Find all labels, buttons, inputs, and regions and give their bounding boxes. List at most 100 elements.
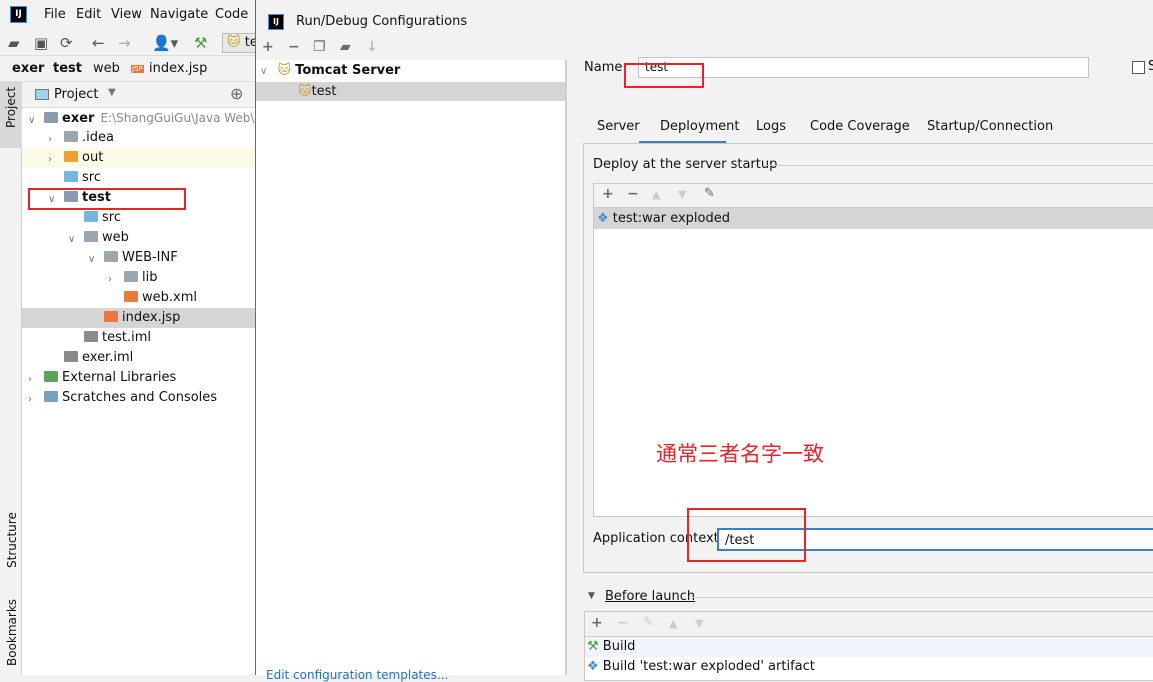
tree-item-label: web: [102, 230, 129, 245]
before-launch-item-artifact[interactable]: ❖ Build 'test:war exploded' artifact: [585, 657, 1153, 677]
tomcat-icon: 🐱: [227, 35, 241, 50]
tree-item[interactable]: › out: [22, 148, 255, 168]
jsp-file-icon: JSP: [131, 65, 144, 73]
tree-item[interactable]: test.iml: [22, 328, 255, 348]
tree-item[interactable]: index.jsp: [22, 308, 255, 328]
open-icon[interactable]: ▰: [8, 34, 20, 52]
tab-startup-connection[interactable]: Startup/Connection: [927, 119, 1053, 134]
web-folder-icon: [84, 231, 98, 242]
tree-item-label: web.xml: [142, 290, 197, 305]
tree-item-path: E:\ShangGuiGu\Java Web\E: [100, 111, 263, 125]
back-icon[interactable]: ←: [92, 34, 105, 52]
forward-icon[interactable]: →: [118, 34, 131, 52]
build-hammer-icon[interactable]: ⚒: [194, 34, 207, 52]
tab-server[interactable]: Server: [597, 119, 640, 134]
breadcrumb-web[interactable]: web: [93, 61, 120, 76]
save-icon[interactable]: ▣: [34, 34, 48, 52]
breadcrumb-index-jsp[interactable]: index.jsp: [149, 61, 207, 76]
source-folder-icon: [84, 211, 98, 222]
tab-logs[interactable]: Logs: [756, 119, 786, 134]
copy-icon[interactable]: ❐: [313, 39, 326, 55]
move-down-icon[interactable]: ▼: [678, 188, 686, 201]
remove-icon[interactable]: −: [627, 186, 639, 202]
main-toolbar: ▰ ▣ ⟳ ← → 👤▾ ⚒ 🐱 te: [0, 30, 262, 56]
chevron-down-icon[interactable]: ∨: [68, 230, 80, 245]
chevron-right-icon[interactable]: ›: [28, 370, 40, 385]
locate-icon[interactable]: ⊕: [230, 84, 243, 103]
add-icon[interactable]: +: [591, 615, 603, 631]
excluded-folder-icon: [64, 151, 78, 162]
name-input[interactable]: test: [638, 57, 1089, 78]
menu-navigate[interactable]: Navigate: [150, 7, 208, 22]
chevron-right-icon[interactable]: ›: [48, 130, 60, 145]
tree-item-label: .idea: [82, 130, 114, 145]
tree-item[interactable]: src: [22, 168, 255, 188]
spacer[interactable]: [68, 330, 80, 342]
sort-icon[interactable]: ↓: [366, 39, 378, 55]
chevron-down-icon[interactable]: ▼: [108, 87, 116, 98]
menu-view[interactable]: View: [111, 7, 142, 22]
sync-icon[interactable]: ⟳: [60, 34, 73, 52]
edit-pencil-icon[interactable]: ✎: [704, 186, 715, 201]
spacer[interactable]: [48, 170, 60, 182]
project-view-selector[interactable]: Project: [54, 87, 98, 102]
tree-item-label: exer.iml: [82, 350, 134, 365]
tab-deployment[interactable]: Deployment: [660, 119, 740, 134]
menu-edit[interactable]: Edit: [76, 7, 101, 22]
move-up-icon[interactable]: ▲: [669, 617, 677, 630]
config-item-test[interactable]: 🐱test: [256, 82, 565, 101]
spacer[interactable]: [68, 210, 80, 222]
tree-item[interactable]: ∨ web: [22, 228, 255, 248]
chevron-right-icon[interactable]: ›: [28, 390, 40, 405]
spacer[interactable]: [108, 290, 120, 302]
annotation-box-name: [624, 63, 704, 88]
collapse-triangle-icon[interactable]: ▼: [588, 591, 595, 601]
tab-code-coverage[interactable]: Code Coverage: [810, 119, 910, 134]
user-icon[interactable]: 👤▾: [152, 34, 178, 52]
breadcrumb-exer[interactable]: exer: [12, 61, 44, 76]
edit-templates-link[interactable]: Edit configuration templates...: [266, 668, 448, 682]
spacer[interactable]: [88, 310, 100, 322]
deploy-item[interactable]: ❖ test:war exploded: [594, 208, 1153, 229]
remove-icon[interactable]: −: [617, 615, 629, 631]
intellij-logo-icon: IJ: [268, 14, 284, 30]
deployment-tab-content: Deploy at the server startup + − ▲ ▼ ✎ ❖…: [583, 143, 1153, 573]
store-checkbox[interactable]: [1132, 61, 1145, 74]
deploy-section-title: Deploy at the server startup: [593, 157, 778, 172]
move-up-icon[interactable]: ▲: [652, 188, 660, 201]
new-folder-icon[interactable]: ▰: [340, 39, 351, 55]
iml-file-icon: [64, 351, 78, 362]
add-icon[interactable]: +: [262, 39, 274, 55]
breadcrumb-test[interactable]: test: [53, 61, 82, 76]
tree-item[interactable]: web.xml: [22, 288, 255, 308]
structure-tool-tab[interactable]: Structure: [5, 512, 19, 568]
menu-file[interactable]: File: [44, 7, 66, 22]
tree-item[interactable]: ∨ exer E:\ShangGuiGu\Java Web\E: [22, 108, 262, 128]
tree-item[interactable]: › External Libraries: [22, 368, 255, 388]
add-icon[interactable]: +: [602, 186, 614, 202]
remove-icon[interactable]: −: [288, 39, 300, 55]
tree-item[interactable]: › lib: [22, 268, 255, 288]
spacer[interactable]: [48, 350, 60, 362]
menu-code[interactable]: Code: [215, 7, 248, 22]
tree-item[interactable]: › .idea: [22, 128, 255, 148]
project-tool-tab[interactable]: Project: [0, 82, 22, 148]
tree-item[interactable]: exer.iml: [22, 348, 255, 368]
tree-item[interactable]: ∨ WEB-INF: [22, 248, 255, 268]
chevron-right-icon[interactable]: ›: [108, 270, 120, 285]
tree-item[interactable]: › Scratches and Consoles: [22, 388, 255, 408]
move-down-icon[interactable]: ▼: [695, 617, 703, 630]
tree-item-label: External Libraries: [62, 370, 177, 385]
before-launch-item-build[interactable]: ⚒ Build: [585, 637, 1153, 657]
tree-item[interactable]: src: [22, 208, 255, 228]
chevron-down-icon[interactable]: ∨: [28, 111, 40, 126]
folder-icon: [124, 271, 138, 282]
chevron-right-icon[interactable]: ›: [48, 150, 60, 165]
edit-pencil-icon[interactable]: ✎: [643, 615, 654, 630]
chevron-down-icon[interactable]: ∨: [88, 250, 100, 265]
bookmarks-tool-tab[interactable]: Bookmarks: [5, 599, 19, 666]
config-group-tomcat[interactable]: ∨ 🐱 Tomcat Server: [256, 61, 565, 81]
build-hammer-icon: ⚒: [587, 639, 599, 654]
before-launch-title[interactable]: Before launch: [605, 589, 695, 604]
project-panel-header: Project ▼ ⊕: [22, 82, 255, 108]
